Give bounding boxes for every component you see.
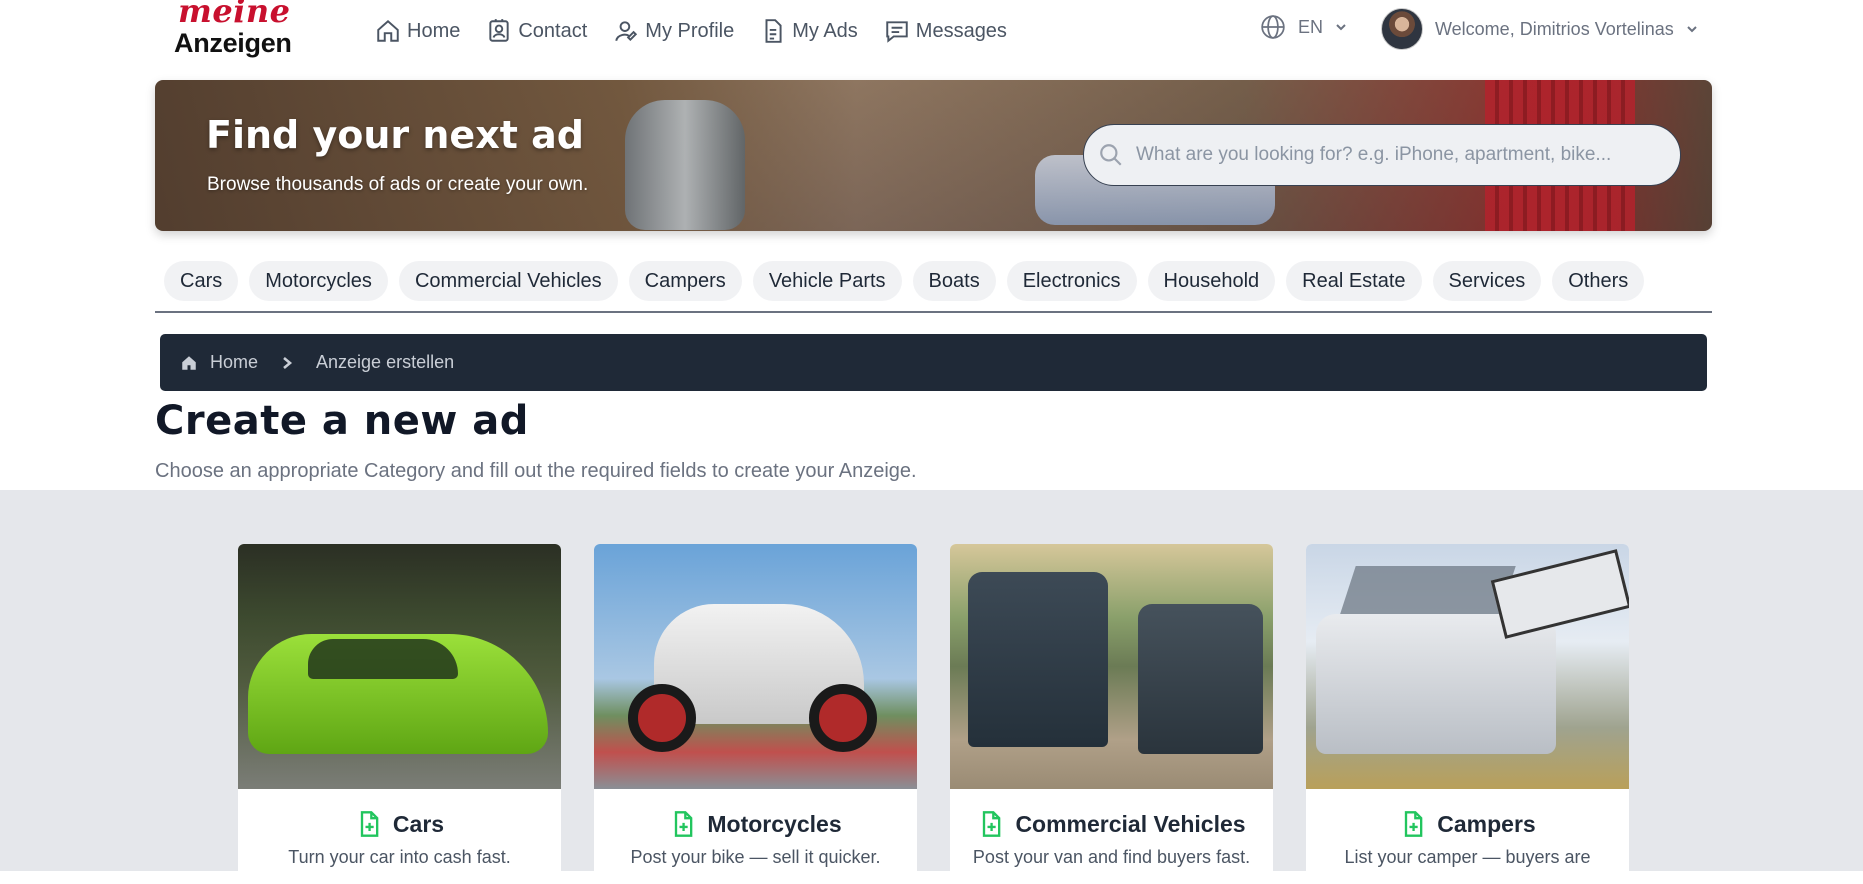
ads-icon bbox=[765, 19, 782, 43]
category-chip-commercial-vehicles[interactable]: Commercial Vehicles bbox=[398, 261, 618, 301]
globe-icon bbox=[1261, 15, 1285, 39]
hero-background-jug bbox=[625, 100, 745, 230]
site-logo[interactable]: meine Anzeigen bbox=[174, 0, 304, 62]
home-icon bbox=[182, 355, 196, 370]
nav-messages-label: Messages bbox=[915, 19, 1007, 42]
card-title: Commercial Vehicles bbox=[1015, 810, 1246, 837]
hero-subtitle: Browse thousands of ads or create your o… bbox=[207, 174, 589, 195]
file-plus-icon bbox=[675, 811, 693, 837]
card-description: Post your van and find buyers fast. bbox=[972, 847, 1251, 867]
card-description: List your camper — buyers are bbox=[1344, 847, 1591, 867]
category-chip-boats[interactable]: Boats bbox=[912, 261, 996, 301]
card-caption: Motorcycles bbox=[594, 810, 917, 838]
category-card-commercial-vehicles[interactable]: Commercial Vehicles Post your van and fi… bbox=[950, 544, 1273, 884]
user-menu[interactable]: Welcome, Dimitrios Vortelinas bbox=[1381, 8, 1698, 50]
category-chip-services[interactable]: Services bbox=[1432, 261, 1542, 301]
hero-title: Find your next ad bbox=[206, 113, 584, 157]
category-card-motorcycles[interactable]: Motorcycles Post your bike — sell it qui… bbox=[594, 544, 917, 884]
category-chips: Cars Motorcycles Commercial Vehicles Cam… bbox=[164, 261, 1655, 301]
nav-messages[interactable]: Messages bbox=[884, 18, 1007, 44]
card-caption: Campers bbox=[1306, 810, 1629, 838]
nav-my-profile[interactable]: My Profile bbox=[613, 18, 734, 44]
breadcrumb: Home Anzeige erstellen bbox=[160, 334, 1707, 391]
home-icon bbox=[377, 19, 399, 42]
language-selector[interactable]: EN bbox=[1260, 14, 1347, 40]
category-card-cars[interactable]: Cars Turn your car into cash fast. bbox=[238, 544, 561, 884]
card-title: Cars bbox=[392, 810, 445, 837]
nav-my-ads[interactable]: My Ads bbox=[760, 18, 858, 44]
file-plus-icon bbox=[1405, 811, 1423, 837]
chevron-right-icon bbox=[283, 356, 293, 369]
profile-icon bbox=[615, 21, 638, 42]
logo-text-top: meine bbox=[178, 0, 291, 30]
category-chip-electronics[interactable]: Electronics bbox=[1006, 261, 1137, 301]
card-image-commercial-vehicles bbox=[950, 544, 1273, 789]
car-window-shape bbox=[308, 639, 458, 679]
nav-contact-label: Contact bbox=[518, 19, 588, 42]
nav-home[interactable]: Home bbox=[375, 18, 460, 44]
card-caption: Commercial Vehicles bbox=[950, 810, 1273, 838]
category-chip-vehicle-parts[interactable]: Vehicle Parts bbox=[752, 261, 902, 301]
welcome-text: Welcome, Dimitrios Vortelinas bbox=[1435, 18, 1674, 39]
chevron-down-icon bbox=[1687, 26, 1697, 33]
category-chip-campers[interactable]: Campers bbox=[628, 261, 742, 301]
category-cards-section: Cars Turn your car into cash fast. Motor… bbox=[0, 490, 1863, 884]
card-description: Post your bike — sell it quicker. bbox=[630, 847, 881, 867]
chevron-down-icon bbox=[1336, 24, 1346, 31]
van-shape bbox=[968, 572, 1108, 747]
category-chip-others[interactable]: Others bbox=[1552, 261, 1645, 301]
file-plus-icon bbox=[983, 811, 1001, 837]
contact-icon bbox=[489, 19, 510, 42]
category-chip-cars[interactable]: Cars bbox=[164, 261, 239, 301]
nav-home-label: Home bbox=[407, 19, 461, 42]
camper-hatch-shape bbox=[1490, 549, 1629, 639]
card-image-motorcycles bbox=[594, 544, 917, 789]
logo-text-bottom: Anzeigen bbox=[174, 28, 292, 58]
category-chip-household[interactable]: Household bbox=[1147, 261, 1276, 301]
card-title: Campers bbox=[1437, 810, 1536, 837]
messages-icon bbox=[886, 21, 908, 43]
search-bar[interactable] bbox=[1083, 124, 1681, 186]
category-chip-real-estate[interactable]: Real Estate bbox=[1286, 261, 1422, 301]
card-image-cars bbox=[238, 544, 561, 789]
card-caption: Cars bbox=[238, 810, 561, 838]
search-icon bbox=[1100, 144, 1122, 166]
nav-my-ads-label: My Ads bbox=[792, 19, 858, 42]
page-title: Create a new ad bbox=[155, 398, 529, 444]
page-description: Choose an appropriate Category and fill … bbox=[155, 460, 917, 482]
category-card-campers[interactable]: Campers List your camper — buyers are bbox=[1306, 544, 1629, 884]
search-input[interactable] bbox=[1136, 144, 1656, 166]
top-navbar: meine Anzeigen Home Contact My Profile M… bbox=[0, 0, 1863, 62]
hero-banner: Find your next ad Browse thousands of ad… bbox=[155, 80, 1712, 231]
card-image-campers bbox=[1306, 544, 1629, 789]
file-plus-icon bbox=[360, 811, 379, 837]
category-chip-motorcycles[interactable]: Motorcycles bbox=[249, 261, 388, 301]
bike-wheel-shape bbox=[628, 684, 696, 752]
language-label: EN bbox=[1298, 16, 1324, 37]
card-description: Turn your car into cash fast. bbox=[288, 847, 511, 867]
nav-my-profile-label: My Profile bbox=[645, 19, 735, 42]
avatar bbox=[1381, 8, 1423, 50]
breadcrumb-home-link[interactable]: Home bbox=[210, 352, 258, 373]
nav-contact[interactable]: Contact bbox=[486, 18, 587, 44]
main-nav: Home Contact My Profile My Ads Messages bbox=[375, 12, 1033, 50]
van-shape bbox=[1138, 604, 1263, 754]
breadcrumb-current: Anzeige erstellen bbox=[316, 352, 455, 372]
bike-wheel-shape bbox=[809, 684, 877, 752]
divider bbox=[155, 311, 1712, 313]
card-title: Motorcycles bbox=[707, 810, 842, 837]
